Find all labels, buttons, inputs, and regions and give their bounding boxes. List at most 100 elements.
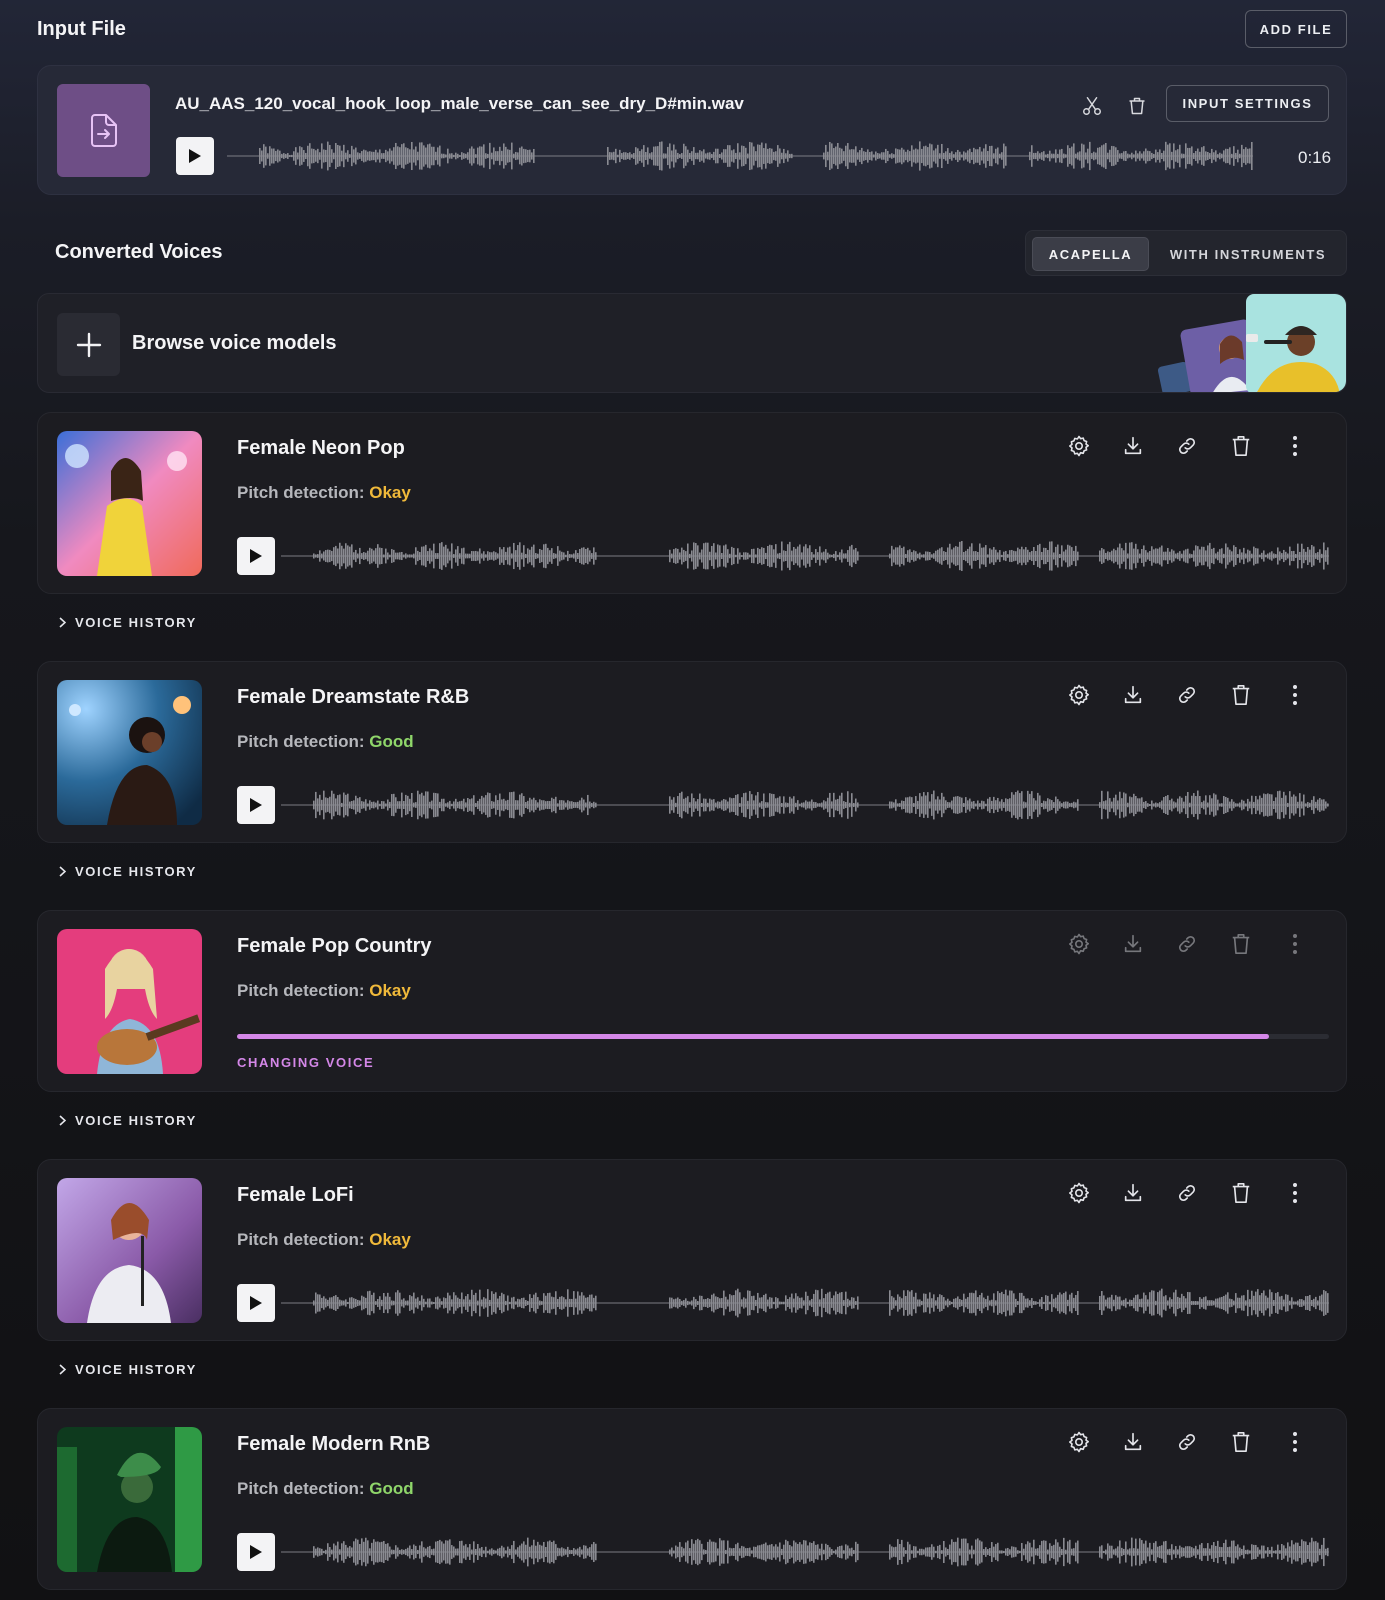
chevron-right-icon [59,1115,66,1126]
play-button[interactable] [176,137,214,175]
voice-thumbnail [57,929,202,1074]
more-vertical-icon[interactable] [1282,931,1308,957]
voice-name: Female Pop Country [237,935,432,957]
voice-name: Female Dreamstate R&B [237,686,470,708]
voice-history-label: VOICE HISTORY [75,615,197,630]
more-vertical-icon[interactable] [1282,1180,1308,1206]
voice-card-female-pop-country: Female Pop Country Pitch detection: Okay… [37,910,1347,1092]
voice-history-toggle[interactable]: VOICE HISTORY [59,615,197,630]
voice-card-female-modern-rnb: Female Modern RnB Pitch detection: Good [37,1408,1347,1590]
trash-icon[interactable] [1228,931,1254,957]
settings-icon[interactable] [1066,931,1092,957]
play-icon [250,549,262,563]
trash-icon[interactable] [1228,1429,1254,1455]
voice-thumbnail [57,431,202,576]
settings-icon[interactable] [1066,433,1092,459]
voice-history-label: VOICE HISTORY [75,864,197,879]
play-icon [189,149,201,163]
voice-name: Female LoFi [237,1184,354,1206]
pitch-detection: Pitch detection: Good [237,1479,414,1499]
voice-card-female-lofi: Female LoFi Pitch detection: Okay [37,1159,1347,1341]
pitch-detection: Pitch detection: Okay [237,483,411,503]
converted-voices-title: Converted Voices [55,241,223,263]
voice-waveform[interactable] [281,538,1329,574]
pitch-status: Okay [369,483,411,502]
pitch-label: Pitch detection: [237,483,365,502]
download-icon[interactable] [1120,682,1146,708]
voice-thumbnail [57,1178,202,1323]
file-icon [90,113,117,147]
voice-name: Female Neon Pop [237,437,405,459]
pitch-detection: Pitch detection: Okay [237,981,411,1001]
play-icon [250,1545,262,1559]
play-icon [250,1296,262,1310]
download-icon[interactable] [1120,1429,1146,1455]
more-vertical-icon[interactable] [1282,682,1308,708]
trash-icon[interactable] [1228,433,1254,459]
duration-label: 0:16 [1298,148,1332,167]
voice-thumbnail [57,680,202,825]
input-file-header: Input File ADD FILE [37,10,1347,48]
pitch-label: Pitch detection: [237,981,365,1000]
mode-toggle: ACAPELLA WITH INSTRUMENTS [1025,230,1347,276]
voice-waveform[interactable] [281,1534,1329,1570]
voice-waveform[interactable] [281,787,1329,823]
tab-acapella[interactable]: ACAPELLA [1032,237,1149,271]
voice-history-toggle[interactable]: VOICE HISTORY [59,1113,197,1128]
play-icon [250,798,262,812]
progress-status-label: CHANGING VOICE [237,1055,375,1070]
input-file-card: AU_AAS_120_vocal_hook_loop_male_verse_ca… [37,65,1347,195]
input-settings-button[interactable]: INPUT SETTINGS [1166,85,1329,122]
settings-icon[interactable] [1066,1429,1092,1455]
voice-history-toggle[interactable]: VOICE HISTORY [59,1362,197,1377]
settings-icon[interactable] [1066,1180,1092,1206]
chevron-right-icon [59,617,66,628]
plus-icon[interactable] [57,313,120,376]
download-icon[interactable] [1120,433,1146,459]
trash-icon[interactable] [1124,93,1150,119]
voice-history-label: VOICE HISTORY [75,1362,197,1377]
link-icon[interactable] [1174,433,1200,459]
tab-with-instruments[interactable]: WITH INSTRUMENTS [1154,237,1342,271]
trash-icon[interactable] [1228,682,1254,708]
conversion-progress-fill [237,1034,1269,1039]
play-button[interactable] [237,1533,275,1571]
add-file-button[interactable]: ADD FILE [1245,10,1347,48]
scissors-icon[interactable] [1079,93,1105,119]
voice-actions [1066,1180,1326,1206]
more-vertical-icon[interactable] [1282,1429,1308,1455]
voice-card-female-neon-pop: Female Neon Pop Pitch detection: Okay [37,412,1347,594]
chevron-right-icon [59,866,66,877]
browse-voice-models-card[interactable]: Browse voice models [37,293,1347,393]
settings-icon[interactable] [1066,682,1092,708]
browse-voice-models-label: Browse voice models [132,332,337,354]
play-button[interactable] [237,537,275,575]
pitch-detection: Pitch detection: Okay [237,1230,411,1250]
play-button[interactable] [237,1284,275,1322]
pitch-detection: Pitch detection: Good [237,732,414,752]
file-thumbnail [57,84,150,177]
voice-actions [1066,931,1326,957]
download-icon[interactable] [1120,1180,1146,1206]
voice-waveform[interactable] [281,1285,1329,1321]
pitch-status: Good [369,1479,414,1498]
download-icon[interactable] [1120,931,1146,957]
link-icon[interactable] [1174,931,1200,957]
play-button[interactable] [237,786,275,824]
voice-card-female-dreamstate-rnb: Female Dreamstate R&B Pitch detection: G… [37,661,1347,843]
input-file-title: Input File [37,18,126,40]
link-icon[interactable] [1174,1429,1200,1455]
input-waveform[interactable] [227,138,1253,174]
link-icon[interactable] [1174,1180,1200,1206]
pitch-status: Good [369,732,414,751]
voice-models-artwork [1157,294,1346,392]
pitch-status: Okay [369,1230,411,1249]
more-vertical-icon[interactable] [1282,433,1308,459]
voice-history-toggle[interactable]: VOICE HISTORY [59,864,197,879]
voice-thumbnail [57,1427,202,1572]
pitch-label: Pitch detection: [237,1479,365,1498]
trash-icon[interactable] [1228,1180,1254,1206]
link-icon[interactable] [1174,682,1200,708]
voice-actions [1066,433,1326,459]
pitch-label: Pitch detection: [237,732,365,751]
